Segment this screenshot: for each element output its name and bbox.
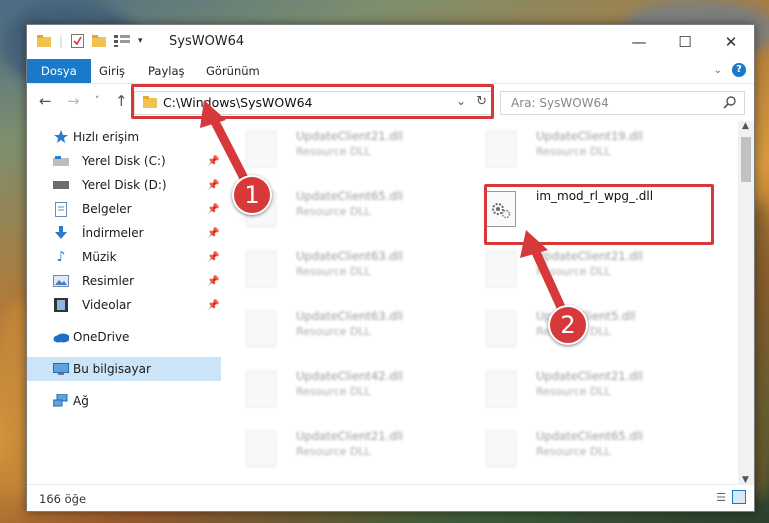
annotation-arrows xyxy=(200,100,570,321)
arrow-1 xyxy=(200,100,253,191)
step-badge-1: 1 xyxy=(232,175,272,215)
step-badge-2: 2 xyxy=(548,305,588,345)
arrow-2 xyxy=(520,230,570,321)
